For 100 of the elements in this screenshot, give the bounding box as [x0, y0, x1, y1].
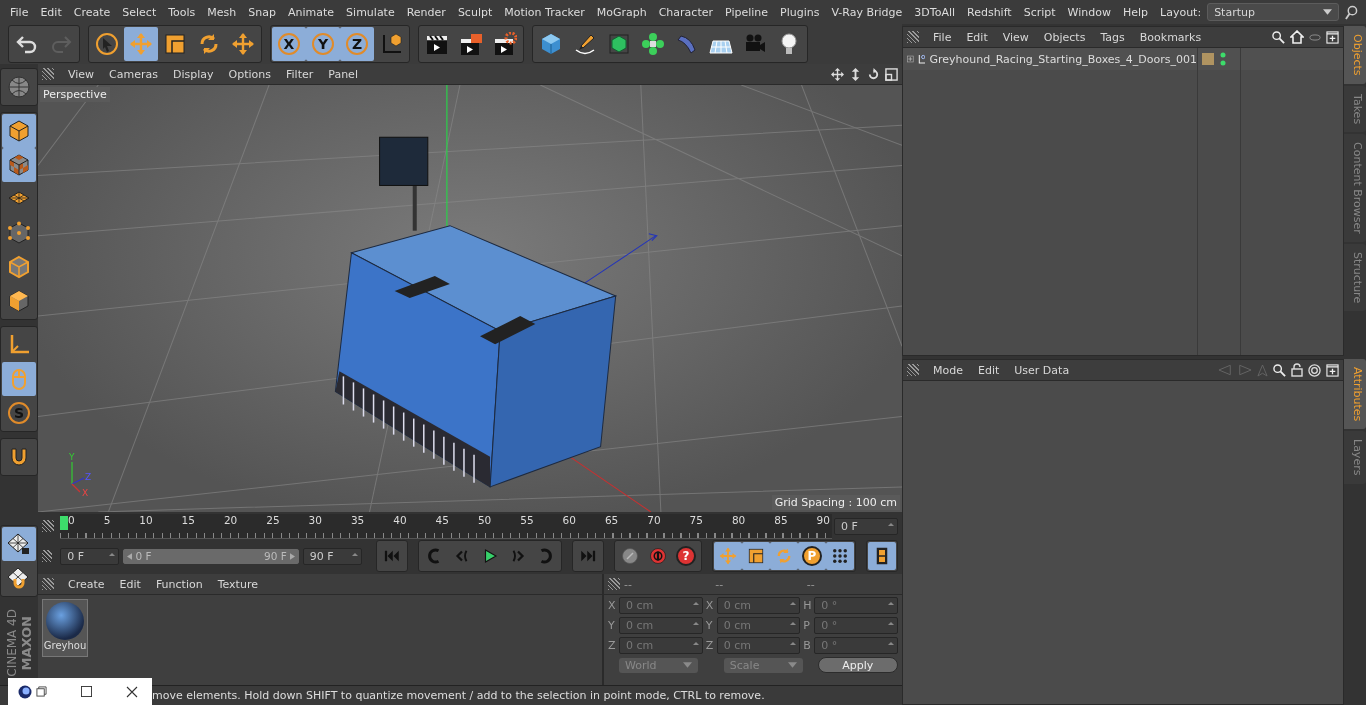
3d-viewport[interactable]: Perspective Grid Spacing : 100 cm Y Z X	[38, 85, 902, 512]
clapper-board-icon	[493, 32, 517, 56]
orbit-icon[interactable]	[867, 67, 880, 81]
side-tab[interactable]: Attributes	[1344, 359, 1366, 430]
menu-item[interactable]: Mesh	[201, 5, 243, 19]
menu-item[interactable]: Pipeline	[719, 5, 775, 19]
current-frame-field[interactable]: 0 F	[834, 517, 898, 535]
close-icon[interactable]	[126, 685, 138, 698]
menu-item[interactable]: Select	[116, 5, 163, 19]
visibility-dots-icon[interactable]	[1220, 52, 1226, 66]
menu-item[interactable]: MoGraph	[590, 5, 653, 19]
menu-item[interactable]: V-Ray Bridge	[825, 5, 909, 19]
cube-button[interactable]	[2, 114, 36, 148]
menu-item[interactable]: Character	[652, 5, 719, 19]
side-tab[interactable]: Objects	[1344, 26, 1366, 84]
checker-cube-button[interactable]	[2, 148, 36, 182]
axis-lock-button[interactable]: X	[272, 27, 306, 61]
menu-item[interactable]: Sculpt	[451, 5, 499, 19]
attributes-menu-item[interactable]: Edit	[973, 363, 1005, 377]
menu-item[interactable]: Window	[1061, 5, 1117, 19]
end-frame-field[interactable]: 90 F	[302, 547, 362, 565]
menu-item[interactable]: Tools	[162, 5, 202, 19]
panel-grip[interactable]	[42, 550, 53, 562]
objects-menu-item[interactable]: Objects	[1038, 30, 1091, 44]
viewport-menu-item[interactable]: View	[63, 67, 100, 81]
frame-number: 70	[647, 513, 661, 526]
box-model-drawing[interactable]	[334, 136, 617, 488]
frame-number: 40	[393, 513, 407, 526]
zoom-arrows-icon[interactable]	[849, 67, 862, 81]
material-menu-item[interactable]: Edit	[114, 577, 146, 591]
frame-number: 75	[689, 513, 703, 526]
axis-lock-button[interactable]: Z	[340, 27, 374, 61]
menu-item[interactable]: Redshift	[961, 5, 1018, 19]
attributes-menu-item[interactable]: Mode	[928, 363, 968, 377]
move-arrows-icon	[129, 32, 153, 56]
target-icon[interactable]	[1308, 363, 1321, 377]
unlocked-padlock-icon[interactable]	[1291, 363, 1303, 377]
expand-icon[interactable]	[907, 54, 914, 64]
home-icon[interactable]	[1290, 30, 1304, 44]
object-name[interactable]: Greyhound_Racing_Starting_Boxes_4_Doors_001	[929, 52, 1197, 66]
material-menu-item[interactable]: Function	[150, 577, 208, 591]
panel-grip[interactable]	[907, 364, 919, 376]
objects-menu-item[interactable]: Edit	[961, 30, 993, 44]
column-header: --	[715, 577, 725, 591]
menu-item[interactable]: Render	[400, 5, 452, 19]
menu-item[interactable]: Create	[67, 5, 117, 19]
axis-label: Y	[608, 618, 616, 632]
menu-item[interactable]: File	[4, 5, 35, 19]
frame-number: 30	[308, 513, 322, 526]
menu-item[interactable]: Motion Tracker	[498, 5, 591, 19]
new-window-icon[interactable]	[1326, 30, 1339, 44]
panel-grip[interactable]	[42, 68, 54, 80]
restore-icon[interactable]	[36, 686, 47, 697]
layout-dropdown[interactable]: Startup	[1207, 3, 1339, 21]
material-menu-item[interactable]: Create	[63, 577, 110, 591]
axis-lock-button[interactable]: Y	[306, 27, 340, 61]
pan-icon[interactable]	[831, 67, 844, 81]
caret-icon	[1323, 9, 1332, 15]
grid-lock-button[interactable]	[2, 527, 36, 561]
new-window-icon[interactable]	[1326, 363, 1339, 377]
viewport-menu-item[interactable]: Filter	[281, 67, 319, 81]
dot-grid-icon	[831, 547, 849, 565]
brand-product-text: CINEMA 4D	[4, 609, 19, 677]
layer-color-swatch[interactable]	[1202, 53, 1214, 65]
viewport-menu-item[interactable]: Options	[223, 67, 276, 81]
viewport-menu-item[interactable]: Panel	[323, 67, 363, 81]
timeline-ruler[interactable]: 0 5 10 15 20 25 30 35 40 45 50 55 60 65 70 75 80 85 90	[60, 513, 832, 539]
frame-number: 35	[350, 513, 365, 526]
menu-item[interactable]: Plugins	[774, 5, 826, 19]
search-icon[interactable]	[1345, 4, 1358, 20]
objects-menu-item[interactable]: View	[997, 30, 1034, 44]
object-row[interactable]: Greyhound_Racing_Starting_Boxes_4_Doors_001	[903, 48, 1343, 70]
panel-grip[interactable]	[42, 578, 54, 590]
panel-grip[interactable]	[907, 31, 919, 43]
menu-item[interactable]: 3DToAll	[908, 5, 961, 19]
attributes-menu-item[interactable]: User Data	[1009, 363, 1075, 377]
apply-button[interactable]: Apply	[817, 657, 898, 673]
viewport-menu-item[interactable]: Cameras	[104, 67, 163, 81]
material-swatch[interactable]: Greyhou	[42, 599, 88, 657]
playhead[interactable]	[60, 515, 68, 530]
menu-item[interactable]: Simulate	[340, 5, 401, 19]
menu-item[interactable]: Help	[1116, 5, 1155, 19]
start-frame-field[interactable]: 0 F	[60, 547, 120, 565]
objects-menu-item[interactable]: Tags	[1095, 30, 1130, 44]
maximize-icon[interactable]	[81, 686, 92, 697]
search-icon[interactable]	[1273, 363, 1286, 377]
menu-item[interactable]: Script	[1017, 5, 1062, 19]
menu-item[interactable]: Animate	[282, 5, 341, 19]
oval-icon[interactable]	[1309, 33, 1321, 41]
panel-grip[interactable]	[608, 578, 620, 590]
menu-item[interactable]: Snap	[242, 5, 282, 19]
viewport-menu-item[interactable]: Display	[168, 67, 219, 81]
menu-item[interactable]: Edit	[34, 5, 68, 19]
material-menu-item[interactable]: Texture	[212, 577, 263, 591]
minimized-window-thumbnail[interactable]	[8, 678, 152, 705]
search-icon[interactable]	[1272, 30, 1285, 44]
panel-grip[interactable]	[42, 520, 54, 532]
dot-grid-button[interactable]	[826, 542, 854, 570]
objects-menu-item[interactable]: Bookmarks	[1134, 30, 1207, 44]
objects-menu-item[interactable]: File	[928, 30, 957, 44]
